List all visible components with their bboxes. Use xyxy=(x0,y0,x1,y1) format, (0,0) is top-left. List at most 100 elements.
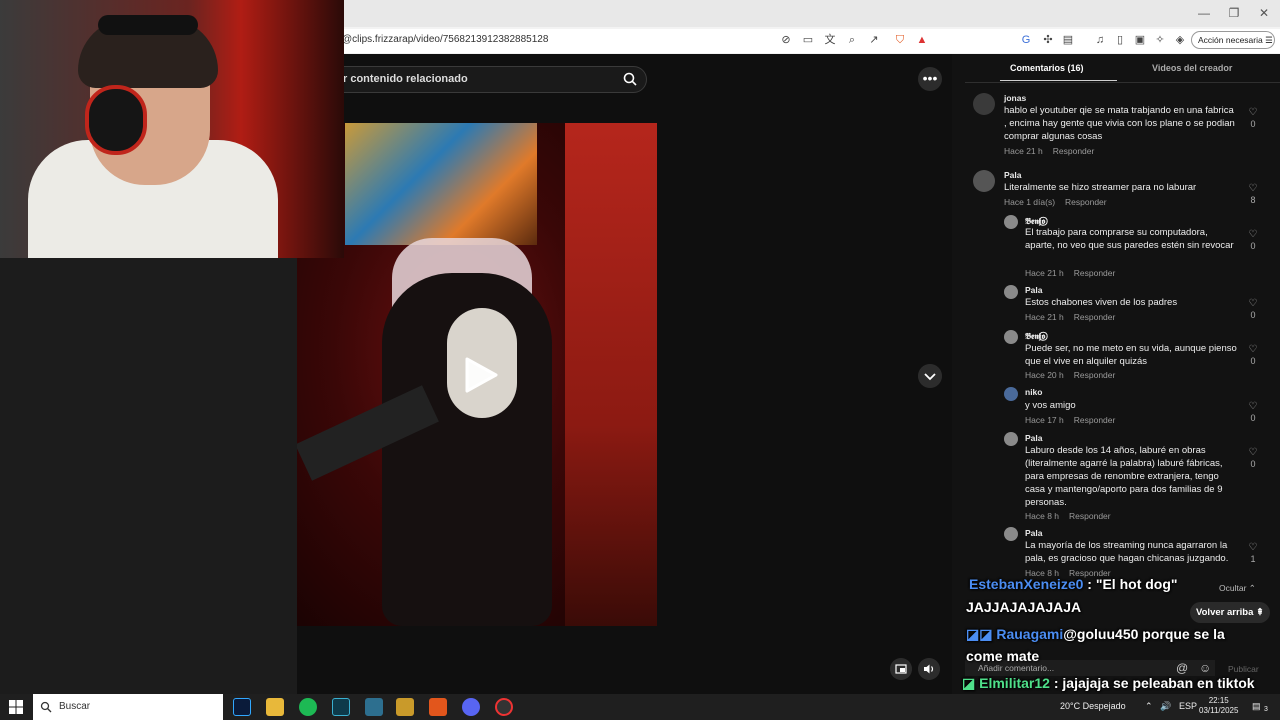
reply-time: Hace 21 h xyxy=(1025,268,1064,278)
tab-creator-videos[interactable]: Videos del creador xyxy=(1152,63,1232,73)
tab-comments[interactable]: Comentarios (16) xyxy=(1010,63,1084,73)
volume-tray-icon[interactable]: 🔊 xyxy=(1160,701,1171,712)
search-icon[interactable] xyxy=(40,701,52,713)
reply-button[interactable]: Responder xyxy=(1074,415,1116,425)
photoshop-icon[interactable] xyxy=(233,698,251,716)
reply-author[interactable]: Pala xyxy=(1025,285,1043,295)
hide-replies-button[interactable]: Ocultar ⌃ xyxy=(1219,583,1256,594)
heart-icon[interactable]: ♡ xyxy=(1247,401,1259,413)
related-search-text[interactable]: r contenido relacionado xyxy=(343,73,468,85)
file-explorer-icon[interactable] xyxy=(266,698,284,716)
avatar[interactable] xyxy=(973,170,995,192)
reply-time: Hace 8 h xyxy=(1025,511,1060,521)
league-icon[interactable] xyxy=(396,698,414,716)
like-button[interactable]: ♡ 0 xyxy=(1247,401,1259,424)
translate-icon[interactable]: 文 xyxy=(822,32,838,48)
chat-message: ◪◪ Rauagami@goluu450 porque se la xyxy=(966,626,1225,643)
like-button[interactable]: ♡ 8 xyxy=(1247,183,1259,206)
heart-icon[interactable]: ♡ xyxy=(1247,229,1259,241)
screen-cast-icon[interactable]: ▭ xyxy=(800,32,816,48)
like-button[interactable]: ♡ 0 xyxy=(1247,229,1259,252)
search-icon[interactable] xyxy=(622,71,638,87)
weather-text[interactable]: 20°C Despejado xyxy=(1060,701,1126,711)
volume-icon[interactable] xyxy=(918,658,940,680)
heart-icon[interactable]: ♡ xyxy=(1247,447,1259,459)
vpn-icon[interactable]: ◈ xyxy=(1172,32,1188,48)
reply-button[interactable]: Responder xyxy=(1074,268,1116,278)
discord-icon[interactable] xyxy=(462,698,480,716)
wallet-icon[interactable]: ▣ xyxy=(1132,32,1148,48)
vegas-icon[interactable] xyxy=(332,698,350,716)
reply-meta: Hace 17 h Responder xyxy=(1025,415,1125,425)
publish-button[interactable]: Publicar xyxy=(1228,664,1259,674)
comment-author[interactable]: jonas xyxy=(1004,93,1026,103)
play-icon[interactable] xyxy=(463,356,499,394)
heart-icon[interactable]: ♡ xyxy=(1247,107,1259,119)
reply-author[interactable]: Pala xyxy=(1025,528,1043,538)
emoji-icon[interactable]: ☺ xyxy=(1199,661,1211,675)
avatar[interactable] xyxy=(1004,432,1018,446)
sidebar-icon[interactable]: ▯ xyxy=(1112,32,1128,48)
spotify-icon[interactable] xyxy=(299,698,317,716)
language-indicator[interactable]: ESP xyxy=(1179,701,1197,711)
avatar[interactable] xyxy=(1004,215,1018,229)
like-button[interactable]: ♡ 1 xyxy=(1247,542,1259,565)
brave-shield-icon[interactable]: ⛉ xyxy=(892,32,908,48)
windows-start-icon[interactable] xyxy=(9,700,23,714)
reply-author[interactable]: 𝕭𝖊𝖓𝖏𝖔⃝⃝ xyxy=(1025,331,1045,342)
reply-button[interactable]: Responder xyxy=(1065,197,1107,207)
tray-chevron-icon[interactable]: ⌃ xyxy=(1145,701,1153,712)
share-icon[interactable]: ↗ xyxy=(866,32,882,48)
like-button[interactable]: ♡ 0 xyxy=(1247,344,1259,367)
webcam-overlay xyxy=(0,0,344,258)
reader-mode-icon[interactable]: ⊘ xyxy=(778,32,794,48)
like-button[interactable]: ♡ 0 xyxy=(1247,107,1259,130)
app-icon[interactable] xyxy=(365,698,383,716)
like-button[interactable]: ♡ 0 xyxy=(1247,447,1259,470)
chat-text: @goluu450 porque se la xyxy=(1063,626,1225,642)
maximize-button[interactable]: ❐ xyxy=(1220,4,1248,22)
clock-time: 22:15 xyxy=(1208,696,1229,705)
avatar[interactable] xyxy=(1004,330,1018,344)
zoom-icon[interactable]: ⌕ xyxy=(844,32,860,48)
url-text[interactable]: @clips.frizzarap/video/75682139123828851… xyxy=(342,34,548,45)
obs-icon[interactable] xyxy=(495,698,513,716)
reply-author[interactable]: Pala xyxy=(1025,433,1043,443)
chat-text: come mate xyxy=(966,648,1040,664)
brave-rewards-icon[interactable]: ▲ xyxy=(914,32,930,48)
avatar[interactable] xyxy=(1004,387,1018,401)
reply-button[interactable]: Responder xyxy=(1074,312,1116,322)
close-button[interactable]: ✕ xyxy=(1250,4,1278,22)
comment-author[interactable]: Pala xyxy=(1004,170,1022,180)
media-icon[interactable]: ♫ xyxy=(1092,32,1108,48)
mention-icon[interactable]: @ xyxy=(1176,661,1188,675)
avatar[interactable] xyxy=(1004,285,1018,299)
tab-divider xyxy=(965,82,1280,83)
comment-placeholder[interactable]: Añadir comentario... xyxy=(978,663,1054,673)
reply-button[interactable]: Responder xyxy=(1053,146,1095,156)
reply-button[interactable]: Responder xyxy=(1069,511,1111,521)
next-video-button[interactable] xyxy=(918,364,942,388)
action-needed-button[interactable]: Acción necesaria ☰ xyxy=(1191,31,1275,49)
notification-icon[interactable]: ▤ xyxy=(1252,701,1261,712)
more-options-button[interactable]: ••• xyxy=(918,67,942,91)
picture-in-picture-icon[interactable] xyxy=(890,658,912,680)
heart-icon[interactable]: ♡ xyxy=(1247,298,1259,310)
downloads-icon[interactable]: ▤ xyxy=(1060,32,1076,48)
taskbar-search[interactable]: Buscar xyxy=(33,694,223,720)
reply-author[interactable]: niko xyxy=(1025,387,1042,397)
translate-extension-icon[interactable]: G xyxy=(1018,32,1034,48)
heart-icon[interactable]: ♡ xyxy=(1247,344,1259,356)
reply-button[interactable]: Responder xyxy=(1074,370,1116,380)
heart-icon[interactable]: ♡ xyxy=(1247,183,1259,195)
like-button[interactable]: ♡ 0 xyxy=(1247,298,1259,321)
leo-ai-icon[interactable]: ✧ xyxy=(1152,32,1168,48)
avatar[interactable] xyxy=(1004,527,1018,541)
clock[interactable]: 22:15 03/11/2025 xyxy=(1199,696,1238,716)
extensions-icon[interactable]: ✣ xyxy=(1040,32,1056,48)
back-to-top-button[interactable]: Volver arriba ⇞ xyxy=(1190,602,1270,623)
heart-icon[interactable]: ♡ xyxy=(1247,542,1259,554)
avatar[interactable] xyxy=(973,93,995,115)
minimize-button[interactable]: — xyxy=(1190,4,1218,22)
brave-icon[interactable] xyxy=(429,698,447,716)
